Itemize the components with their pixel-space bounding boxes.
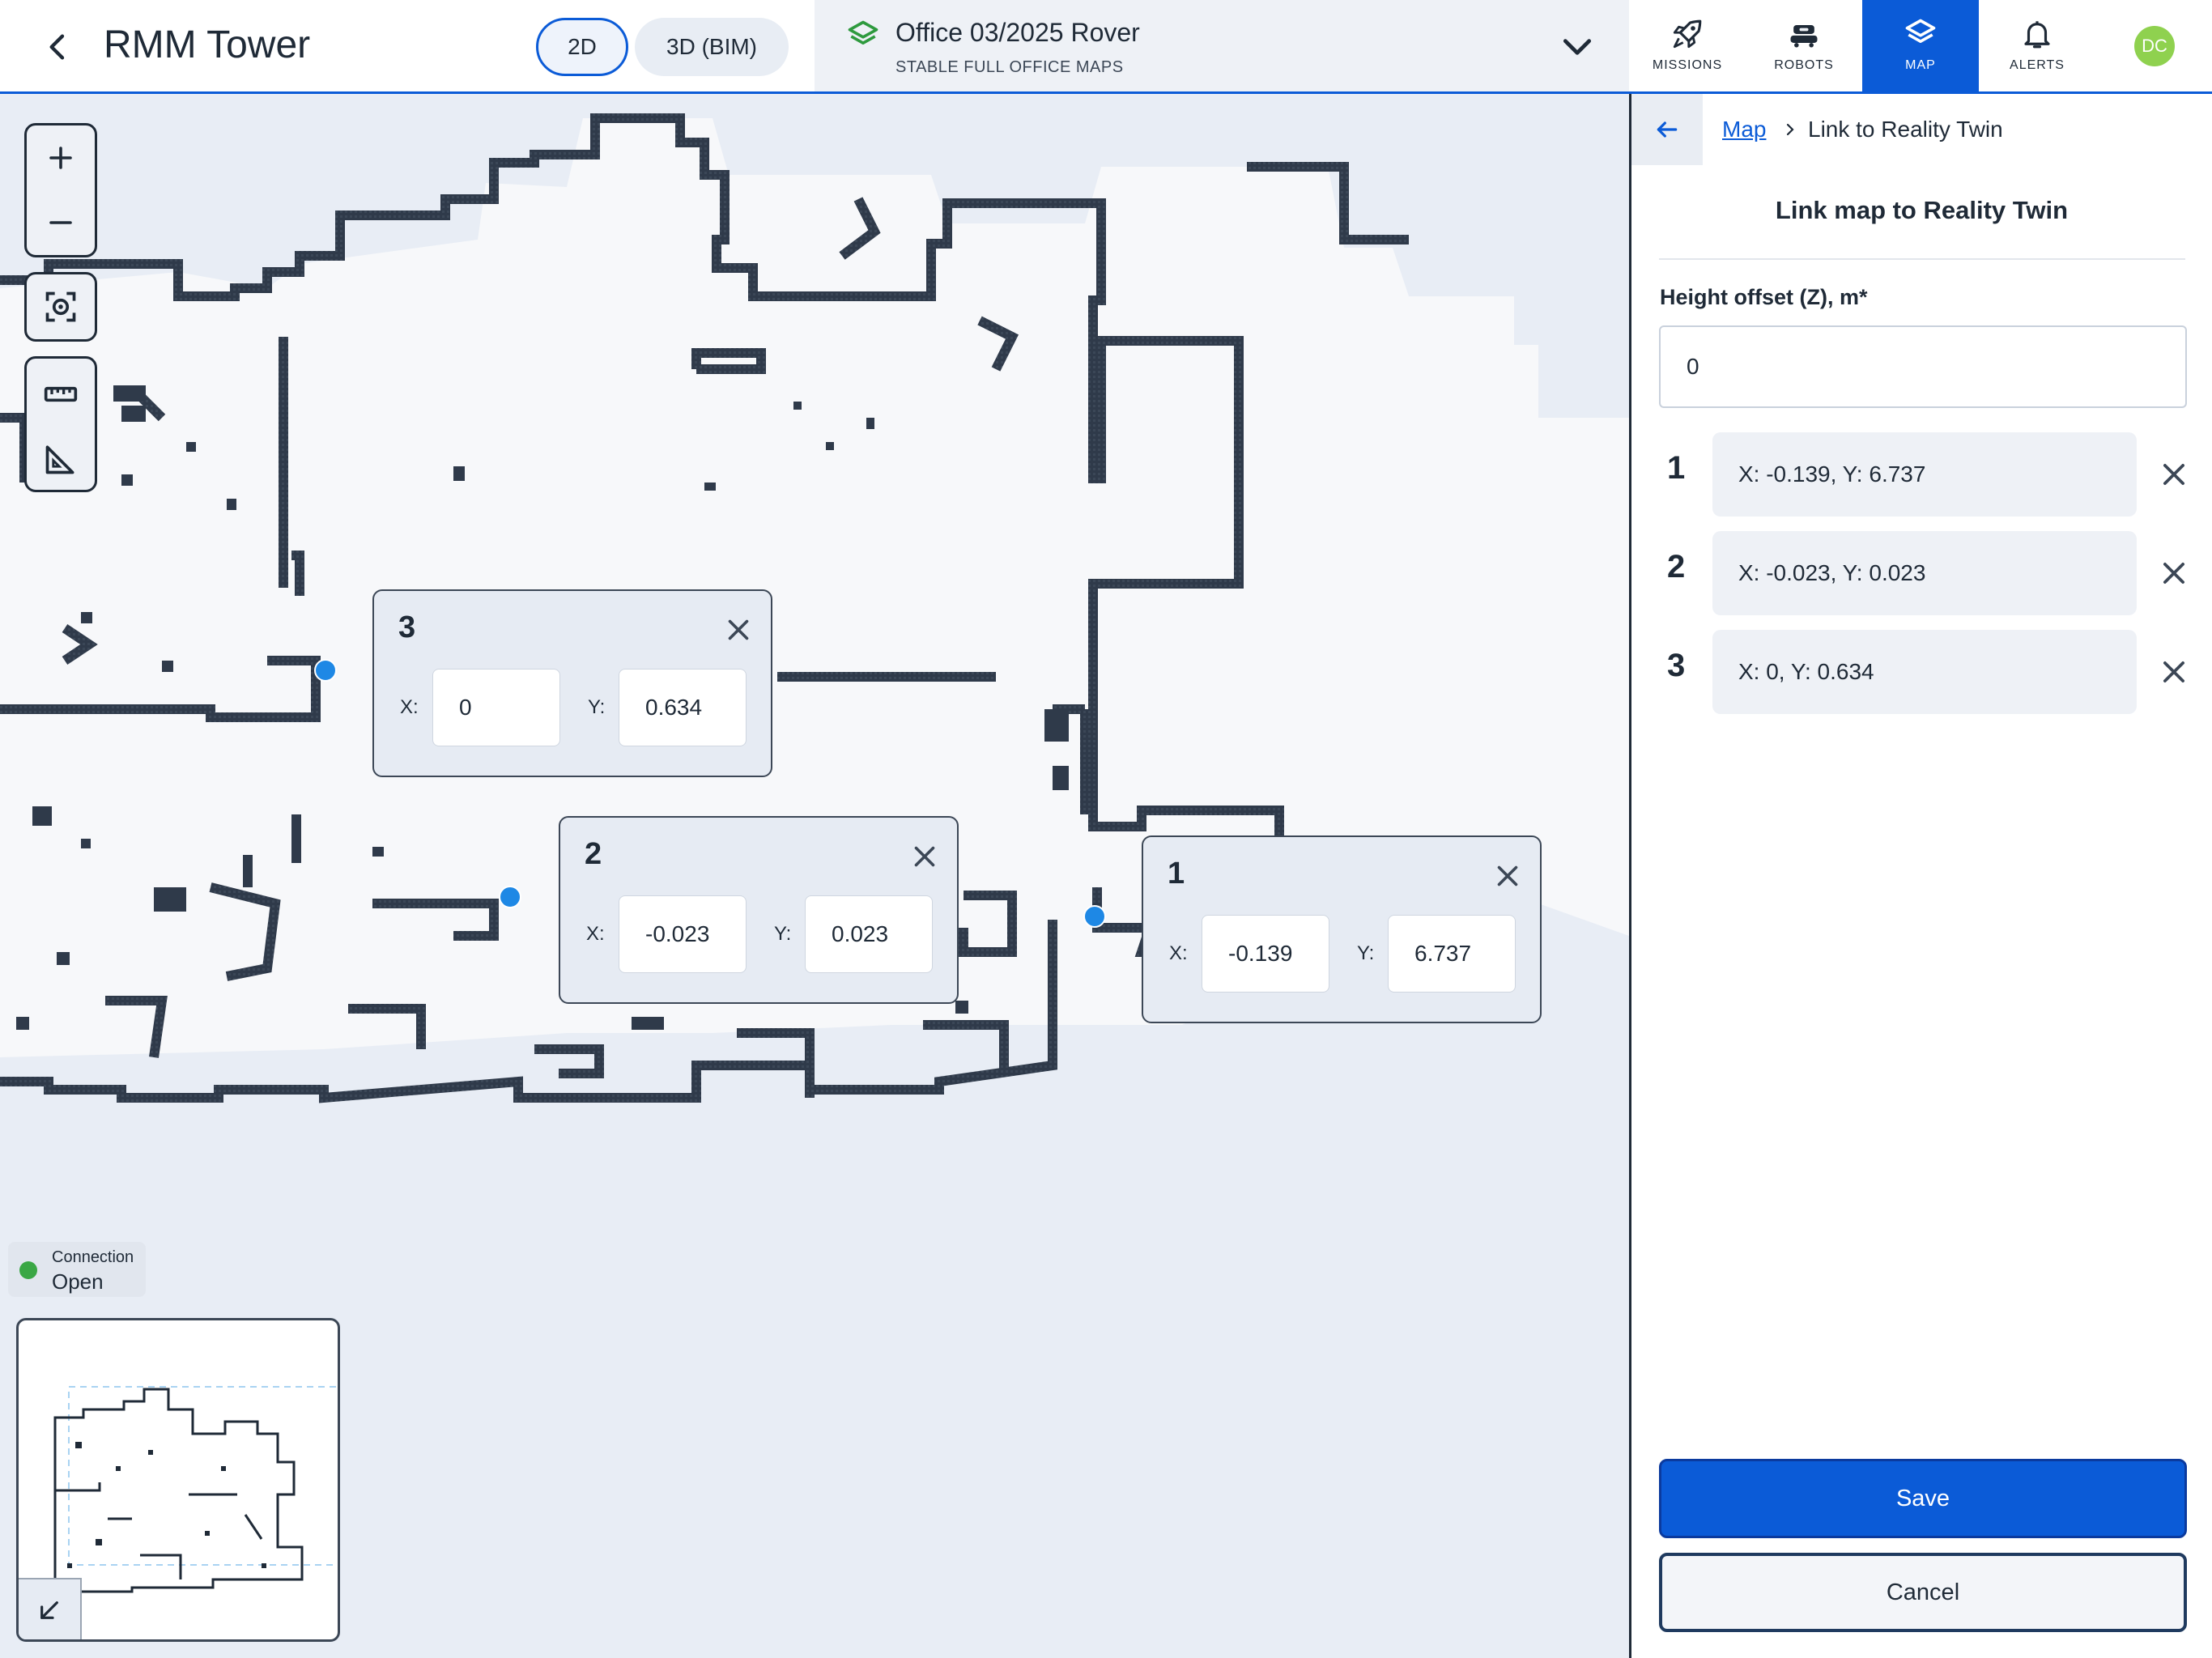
close-icon bbox=[1497, 865, 1518, 886]
x-input[interactable]: 0 bbox=[432, 669, 560, 746]
breadcrumb-map-link[interactable]: Map bbox=[1722, 117, 1766, 142]
x-label: X: bbox=[400, 696, 419, 718]
y-label: Y: bbox=[774, 923, 792, 945]
cancel-button[interactable]: Cancel bbox=[1659, 1553, 2187, 1632]
y-input[interactable]: 6.737 bbox=[1388, 915, 1516, 993]
height-offset-label: Height offset (Z), m* bbox=[1660, 285, 1868, 309]
connection-status: Connection Open bbox=[8, 1242, 146, 1297]
bell-icon bbox=[2024, 21, 2050, 49]
point-row-number: 2 bbox=[1667, 549, 1686, 585]
height-offset-input[interactable]: 0 bbox=[1659, 325, 2187, 408]
view-mode-3d-button[interactable]: 3D (BIM) bbox=[635, 18, 789, 76]
set-square-icon bbox=[45, 445, 74, 474]
back-button[interactable] bbox=[32, 21, 84, 73]
view-mode-2d-button[interactable]: 2D bbox=[536, 18, 628, 76]
x-label: X: bbox=[1169, 942, 1188, 964]
nav-alerts[interactable]: ALERTS bbox=[1979, 0, 2095, 91]
close-icon bbox=[914, 846, 935, 867]
close-popup-button[interactable] bbox=[716, 607, 761, 653]
close-icon bbox=[2163, 464, 2184, 485]
focus-target-icon bbox=[45, 291, 76, 322]
zoom-controls bbox=[24, 123, 97, 257]
arrow-left-icon bbox=[1657, 121, 1678, 138]
x-input[interactable]: -0.023 bbox=[619, 895, 747, 973]
point-popup-3: 3 X: 0 Y: 0.634 bbox=[372, 589, 772, 777]
point-number: 3 bbox=[398, 610, 416, 644]
point-number: 2 bbox=[585, 837, 602, 871]
recenter-control bbox=[24, 272, 97, 342]
breadcrumb-current: Link to Reality Twin bbox=[1808, 117, 2003, 142]
point-row-coords[interactable]: X: 0, Y: 0.634 bbox=[1712, 630, 2137, 714]
rocket-icon bbox=[1673, 19, 1702, 49]
point-row-coords[interactable]: X: -0.023, Y: 0.023 bbox=[1712, 531, 2137, 615]
nav-missions[interactable]: MISSIONS bbox=[1629, 0, 1746, 91]
point-popup-2: 2 X: -0.023 Y: 0.023 bbox=[559, 816, 959, 1004]
user-avatar[interactable]: DC bbox=[2134, 26, 2175, 66]
y-input[interactable]: 0.023 bbox=[805, 895, 933, 973]
y-input[interactable]: 0.634 bbox=[619, 669, 747, 746]
save-button[interactable]: Save bbox=[1659, 1459, 2187, 1538]
minus-icon bbox=[49, 221, 72, 224]
connection-label: Connection bbox=[52, 1248, 134, 1266]
point-row-coords[interactable]: X: -0.139, Y: 6.737 bbox=[1712, 432, 2137, 517]
recenter-button[interactable] bbox=[27, 274, 95, 339]
map-selector-dropdown[interactable]: Office 03/2025 Rover STABLE FULL OFFICE … bbox=[815, 0, 1629, 91]
nav-robots[interactable]: ROBOTS bbox=[1746, 0, 1862, 91]
site-title: RMM Tower bbox=[104, 23, 311, 66]
remove-point-button[interactable] bbox=[2150, 450, 2198, 499]
map-canvas[interactable]: 3 X: 0 Y: 0.634 2 X: -0.023 Y: 0.023 1 X… bbox=[0, 94, 1629, 1658]
minimap[interactable] bbox=[16, 1318, 340, 1642]
ruler-button[interactable] bbox=[27, 362, 95, 427]
minimap-collapse-button[interactable] bbox=[19, 1578, 82, 1639]
close-popup-button[interactable] bbox=[902, 834, 947, 879]
measure-controls bbox=[24, 356, 97, 492]
point-number: 1 bbox=[1168, 857, 1185, 891]
layers-icon bbox=[848, 20, 878, 45]
x-label: X: bbox=[586, 923, 605, 945]
remove-point-button[interactable] bbox=[2150, 549, 2198, 597]
close-popup-button[interactable] bbox=[1485, 853, 1530, 899]
map-pin-3[interactable] bbox=[314, 659, 337, 682]
close-icon bbox=[2163, 661, 2184, 682]
map-name: Office 03/2025 Rover bbox=[895, 18, 1140, 47]
connection-status-text: Open bbox=[52, 1269, 104, 1294]
point-row-number: 1 bbox=[1667, 450, 1686, 486]
angle-measure-button[interactable] bbox=[27, 427, 95, 491]
divider bbox=[1659, 258, 2185, 260]
point-popup-1: 1 X: -0.139 Y: 6.737 bbox=[1142, 835, 1542, 1023]
chevron-left-icon bbox=[49, 34, 65, 60]
nav-map[interactable]: MAP bbox=[1862, 0, 1979, 91]
link-reality-twin-panel: Map Link to Reality Twin Link map to Rea… bbox=[1629, 94, 2212, 1658]
top-bar: RMM Tower 2D 3D (BIM) Office 03/2025 Rov… bbox=[0, 0, 2212, 94]
panel-title: Link map to Reality Twin bbox=[1775, 196, 2069, 224]
x-input[interactable]: -0.139 bbox=[1202, 915, 1329, 993]
chevron-down-icon bbox=[1563, 39, 1592, 55]
close-icon bbox=[728, 619, 749, 640]
y-label: Y: bbox=[1357, 942, 1375, 964]
nav-map-label: MAP bbox=[1905, 58, 1936, 72]
robot-icon bbox=[1790, 25, 1818, 48]
map-pin-2[interactable] bbox=[499, 886, 521, 908]
nav-missions-label: MISSIONS bbox=[1652, 58, 1723, 72]
y-label: Y: bbox=[588, 696, 606, 718]
chevron-right-icon bbox=[1786, 123, 1794, 136]
close-icon bbox=[2163, 563, 2184, 584]
map-subtitle: STABLE FULL OFFICE MAPS bbox=[895, 58, 1124, 76]
plus-icon bbox=[49, 147, 72, 169]
point-row-number: 3 bbox=[1667, 648, 1686, 683]
ruler-icon bbox=[44, 386, 78, 402]
connection-status-dot bbox=[19, 1261, 37, 1279]
panel-back-button[interactable] bbox=[1631, 94, 1703, 165]
zoom-in-button[interactable] bbox=[27, 125, 95, 190]
nav-robots-label: ROBOTS bbox=[1774, 58, 1834, 72]
arrow-down-left-icon bbox=[40, 1601, 58, 1619]
nav-alerts-label: ALERTS bbox=[2010, 58, 2065, 72]
layers-icon bbox=[1905, 19, 1936, 43]
remove-point-button[interactable] bbox=[2150, 648, 2198, 696]
zoom-out-button[interactable] bbox=[27, 190, 95, 255]
map-pin-1[interactable] bbox=[1083, 905, 1106, 928]
